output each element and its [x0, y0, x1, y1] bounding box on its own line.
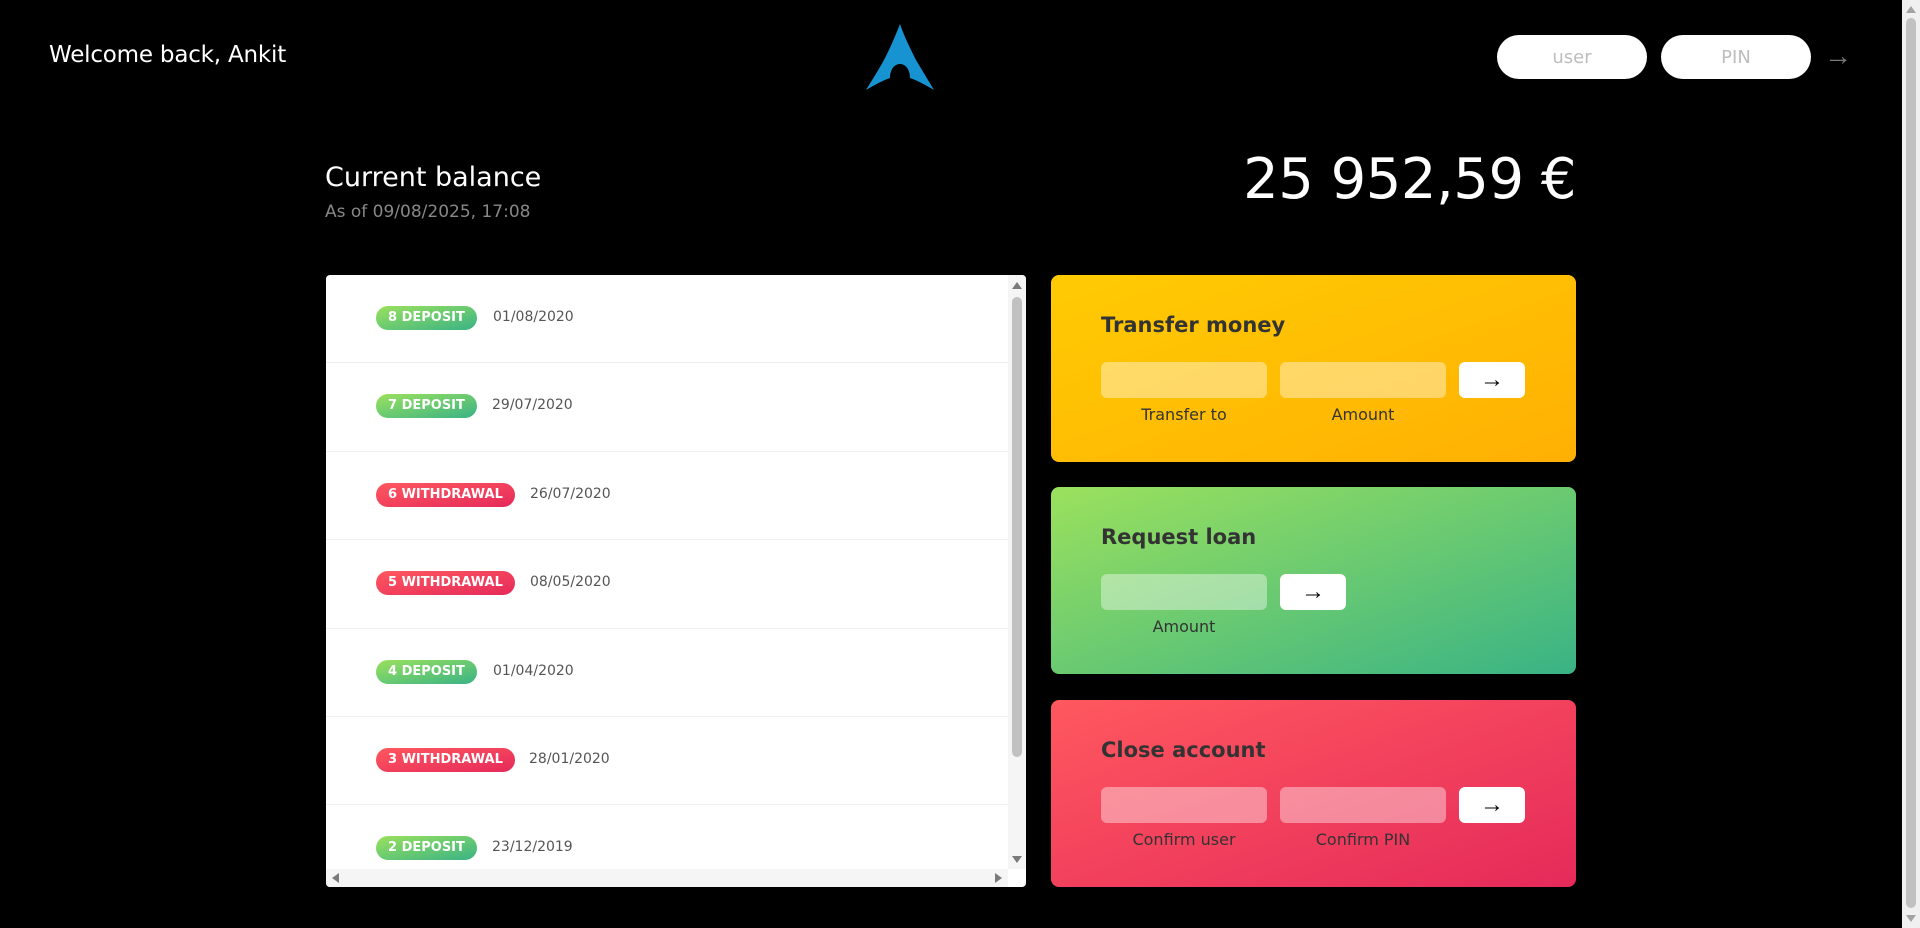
movements-rows: 8 DEPOSIT 01/08/2020 7 DEPOSIT 29/07/202…	[326, 275, 1008, 887]
loan-panel: Request loan → Amount	[1051, 487, 1576, 674]
movement-row: 6 WITHDRAWAL 26/07/2020	[326, 452, 1008, 541]
loan-submit-button[interactable]: →	[1280, 574, 1346, 610]
movement-date: 29/07/2020	[492, 397, 573, 414]
confirm-pin-input[interactable]	[1280, 787, 1446, 823]
scroll-thumb[interactable]	[1012, 297, 1022, 757]
movement-date: 01/08/2020	[493, 309, 574, 325]
movement-type-badge: 5 WITHDRAWAL	[376, 571, 515, 596]
movement-type-badge: 7 DEPOSIT	[376, 394, 477, 419]
balance-date: As of 09/08/2025, 17:08	[325, 202, 531, 222]
transfer-amount-label: Amount	[1331, 405, 1395, 424]
movement-row: 7 DEPOSIT 29/07/2020	[326, 363, 1008, 452]
movement-type-badge: 2 DEPOSIT	[376, 836, 477, 861]
scroll-left-icon[interactable]	[332, 873, 339, 883]
movement-type-badge: 4 DEPOSIT	[376, 659, 477, 684]
loan-title: Request loan	[1101, 525, 1257, 549]
movement-row: 5 WITHDRAWAL 08/05/2020	[326, 540, 1008, 629]
movement-type-badge: 8 DEPOSIT	[376, 306, 477, 330]
movement-date: 26/07/2020	[530, 485, 611, 502]
movement-date: 08/05/2020	[530, 574, 611, 591]
confirm-pin-label: Confirm PIN	[1315, 830, 1411, 849]
confirm-user-input[interactable]	[1101, 787, 1267, 823]
page-scroll-down-icon[interactable]	[1906, 915, 1916, 922]
movement-type-badge: 3 WITHDRAWAL	[376, 747, 515, 772]
loan-amount-input[interactable]	[1101, 574, 1267, 610]
page-scroll-thumb[interactable]	[1906, 18, 1916, 908]
movements-vertical-scrollbar[interactable]	[1008, 275, 1026, 869]
login-user-input[interactable]	[1497, 35, 1647, 79]
transfer-title: Transfer money	[1101, 313, 1286, 337]
close-account-title: Close account	[1101, 738, 1266, 762]
transfer-submit-button[interactable]: →	[1459, 362, 1525, 398]
balance-label: Current balance	[325, 162, 542, 193]
page-scroll-up-icon[interactable]	[1906, 6, 1916, 13]
movement-date: 28/01/2020	[529, 750, 610, 767]
movement-row: 3 WITHDRAWAL 28/01/2020	[326, 717, 1008, 806]
login-button[interactable]: →	[1822, 40, 1854, 72]
close-account-panel: Close account → Confirm user Confirm PIN	[1051, 700, 1576, 887]
movement-type-badge: 6 WITHDRAWAL	[376, 482, 515, 507]
logo-icon	[866, 24, 934, 90]
loan-amount-label: Amount	[1152, 617, 1216, 636]
movements-list[interactable]: 8 DEPOSIT 01/08/2020 7 DEPOSIT 29/07/202…	[326, 275, 1026, 887]
transfer-to-input[interactable]	[1101, 362, 1267, 398]
transfer-panel: Transfer money → Transfer to Amount	[1051, 275, 1576, 462]
movements-horizontal-scrollbar[interactable]	[326, 869, 1008, 887]
scroll-right-icon[interactable]	[995, 873, 1002, 883]
movement-row: 8 DEPOSIT 01/08/2020	[326, 275, 1008, 364]
movement-date: 23/12/2019	[492, 839, 573, 856]
page-scrollbar[interactable]	[1902, 0, 1920, 928]
movement-date: 01/04/2020	[493, 662, 574, 679]
close-account-submit-button[interactable]: →	[1459, 787, 1525, 823]
welcome-message: Welcome back, Ankit	[49, 42, 287, 68]
transfer-to-label: Transfer to	[1141, 405, 1227, 424]
scroll-up-icon[interactable]	[1012, 282, 1022, 289]
confirm-user-label: Confirm user	[1132, 830, 1236, 849]
login-pin-input[interactable]	[1661, 35, 1811, 79]
balance-value: 25 952,59 €	[1243, 147, 1576, 212]
movement-row: 4 DEPOSIT 01/04/2020	[326, 629, 1008, 717]
transfer-amount-input[interactable]	[1280, 362, 1446, 398]
scroll-down-icon[interactable]	[1012, 856, 1022, 863]
